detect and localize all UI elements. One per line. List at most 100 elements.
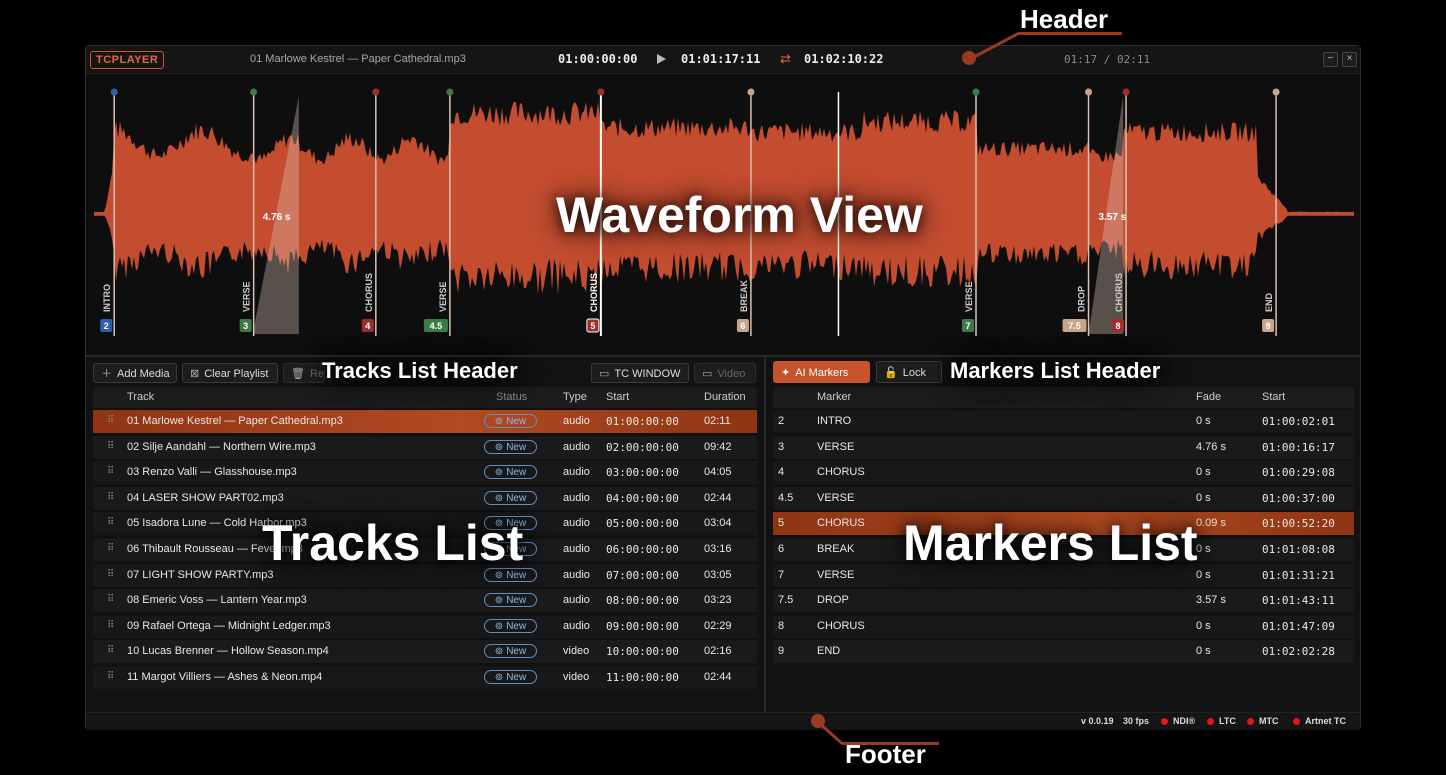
ai-markers-button[interactable]: ✦ AI Markers bbox=[773, 361, 870, 383]
marker-row[interactable]: 3 VERSE 4.76 s 01:00:16:17 bbox=[773, 434, 1354, 459]
column-marker-start[interactable]: Start bbox=[1262, 391, 1285, 403]
loop-icon[interactable]: ⇄ bbox=[780, 51, 791, 67]
marker-number-label: 8 bbox=[1116, 321, 1121, 331]
timecode-current: 01:01:17:11 bbox=[681, 52, 761, 66]
marker-handle-icon bbox=[446, 88, 454, 96]
add-media-button[interactable]: ＋ Add Media bbox=[93, 363, 177, 383]
track-type: audio bbox=[563, 440, 590, 453]
track-row[interactable]: ⠿ 11 Margot Villiers — Ashes & Neon.mp4 ⊚ N… bbox=[93, 665, 757, 689]
clear-icon: ⊠ bbox=[190, 368, 200, 380]
track-duration: 09:42 bbox=[704, 440, 732, 453]
output-ndi[interactable]: NDI® bbox=[1161, 716, 1195, 726]
status-badge: ⊚ New bbox=[484, 644, 537, 659]
marker-row[interactable]: 4 CHORUS 0 s 01:00:29:08 bbox=[773, 460, 1354, 485]
output-mtc[interactable]: MTC bbox=[1247, 716, 1279, 726]
lock-button[interactable]: 🔓 Lock bbox=[876, 361, 942, 383]
marker-label: INTRO bbox=[102, 284, 112, 312]
track-row[interactable]: ⠿ 02 Silje Aandahl — Northern Wire.mp3 ⊚ Ne… bbox=[93, 434, 757, 459]
track-start: 09:00:00:00 bbox=[606, 619, 679, 633]
output-artnet[interactable]: Artnet TC bbox=[1293, 716, 1346, 726]
marker-row[interactable]: 9 END 0 s 01:02:02:28 bbox=[773, 639, 1354, 664]
marker-fade: 0 s bbox=[1196, 568, 1211, 581]
annotation-markers-list: Markers List bbox=[903, 515, 1198, 571]
close-button[interactable]: × bbox=[1342, 52, 1357, 67]
drag-handle-icon[interactable]: ⠿ bbox=[107, 620, 114, 631]
marker-number-label: 4 bbox=[365, 321, 370, 331]
drag-handle-icon[interactable]: ⠿ bbox=[107, 594, 114, 605]
panel-divider-vertical[interactable] bbox=[764, 357, 766, 712]
column-duration[interactable]: Duration bbox=[704, 391, 746, 403]
marker-number-label: 7 bbox=[965, 321, 970, 331]
track-start: 10:00:00:00 bbox=[606, 645, 679, 659]
column-type[interactable]: Type bbox=[563, 391, 587, 403]
track-name: 04 LASER SHOW PART02.mp3 bbox=[127, 491, 284, 504]
marker-row[interactable]: 4.5 VERSE 0 s 01:00:37:00 bbox=[773, 485, 1354, 510]
minimize-button[interactable]: − bbox=[1323, 52, 1338, 67]
remove-button[interactable]: 🗑Rem bbox=[283, 363, 325, 383]
drag-handle-icon[interactable]: ⠿ bbox=[107, 671, 114, 682]
drag-handle-icon[interactable]: ⠿ bbox=[107, 517, 114, 528]
track-start: 05:00:00:00 bbox=[606, 517, 679, 531]
status-icon: ⊚ bbox=[494, 595, 504, 607]
marker-start: 01:00:29:08 bbox=[1262, 466, 1335, 480]
app-window: TCPLAYER 01 Marlowe Kestrel — Paper Cath… bbox=[85, 45, 1361, 730]
track-start: 01:00:00:00 bbox=[606, 415, 679, 428]
annotation-tracks-header: Tracks List Header bbox=[322, 358, 518, 383]
status-dot-icon bbox=[1247, 718, 1254, 725]
status-badge: ⊚ New bbox=[484, 465, 537, 480]
fps-label: 30 fps bbox=[1123, 716, 1150, 726]
track-row[interactable]: ⠿ 09 Rafael Ortega — Midnight Ledger.mp3 ⊚… bbox=[93, 613, 757, 638]
marker-number: 3 bbox=[778, 440, 785, 453]
output-ltc[interactable]: LTC bbox=[1207, 716, 1236, 726]
track-row[interactable]: ⠿ 03 Renzo Valli — Glasshouse.mp3 ⊚ New audi… bbox=[93, 460, 757, 485]
drag-handle-icon[interactable]: ⠿ bbox=[107, 492, 114, 503]
elapsed-time: 01:17 / 02:11 bbox=[1064, 53, 1151, 66]
marker-label: VERSE bbox=[242, 281, 252, 312]
track-row[interactable]: ⠿ 01 Marlowe Kestrel — Paper Cathedral.mp… bbox=[93, 409, 757, 433]
play-icon[interactable] bbox=[657, 54, 666, 64]
track-row[interactable]: ⠿ 08 Emeric Voss — Lantern Year.mp3 ⊚ New au… bbox=[93, 588, 757, 613]
track-duration: 02:29 bbox=[704, 619, 732, 632]
drag-handle-icon[interactable]: ⠿ bbox=[107, 569, 114, 580]
marker-number: 4.5 bbox=[778, 491, 794, 504]
column-fade[interactable]: Fade bbox=[1196, 391, 1221, 403]
marker-start: 01:01:08:08 bbox=[1262, 543, 1335, 556]
track-duration: 03:16 bbox=[704, 543, 732, 555]
marker-label: CHORUS bbox=[1114, 273, 1124, 312]
version-label: v 0.0.19 bbox=[1081, 716, 1114, 726]
track-duration: 04:05 bbox=[704, 466, 732, 479]
drag-handle-icon[interactable]: ⠿ bbox=[107, 543, 114, 554]
marker-number-label: 5 bbox=[590, 321, 595, 331]
drag-handle-icon[interactable]: ⠿ bbox=[107, 466, 114, 477]
track-row[interactable]: ⠿ 04 LASER SHOW PART02.mp3 ⊚ New audio 04:00:… bbox=[93, 485, 757, 510]
marker-row[interactable]: 2 INTRO 0 s 01:00:02:01 bbox=[773, 409, 1354, 433]
status-badge: ⊚ New bbox=[484, 414, 537, 428]
drag-handle-icon[interactable]: ⠿ bbox=[107, 415, 114, 426]
clear-playlist-button[interactable]: ⊠ Clear Playlist bbox=[182, 363, 278, 383]
track-type: audio bbox=[563, 466, 590, 479]
markers-table-header: Marker Fade Start bbox=[773, 387, 1354, 408]
marker-row[interactable]: 7.5 DROP 3.57 s 01:01:43:11 bbox=[773, 588, 1354, 613]
annotation-tracks-list: Tracks List bbox=[262, 515, 524, 571]
marker-number: 7.5 bbox=[778, 594, 794, 607]
tc-window-button[interactable]: ▭ TC WINDOW bbox=[591, 363, 689, 383]
column-start[interactable]: Start bbox=[606, 391, 629, 403]
column-marker[interactable]: Marker bbox=[817, 391, 851, 403]
track-row[interactable]: ⠿ 10 Lucas Brenner — Hollow Season.mp4 ⊚ Ne… bbox=[93, 639, 757, 664]
marker-number-label: 2 bbox=[104, 321, 109, 331]
marker-row[interactable]: 8 CHORUS 0 s 01:01:47:09 bbox=[773, 613, 1354, 638]
status-icon: ⊚ bbox=[494, 416, 504, 427]
column-track[interactable]: Track bbox=[127, 391, 154, 403]
track-start: 11:00:00:00 bbox=[606, 671, 679, 684]
marker-label: CHORUS bbox=[589, 273, 599, 312]
column-status[interactable]: Status bbox=[496, 391, 527, 403]
status-dot-icon bbox=[1207, 718, 1214, 725]
track-start: 02:00:00:00 bbox=[606, 440, 679, 454]
track-name: 11 Margot Villiers — Ashes & Neon.mp4 bbox=[127, 671, 323, 683]
track-type: audio bbox=[563, 491, 590, 504]
video-button[interactable]: ▭ Video bbox=[694, 363, 756, 383]
track-duration: 03:05 bbox=[704, 568, 732, 581]
marker-fade: 3.57 s bbox=[1196, 594, 1226, 607]
drag-handle-icon[interactable]: ⠿ bbox=[107, 441, 114, 452]
drag-handle-icon[interactable]: ⠿ bbox=[107, 645, 114, 656]
